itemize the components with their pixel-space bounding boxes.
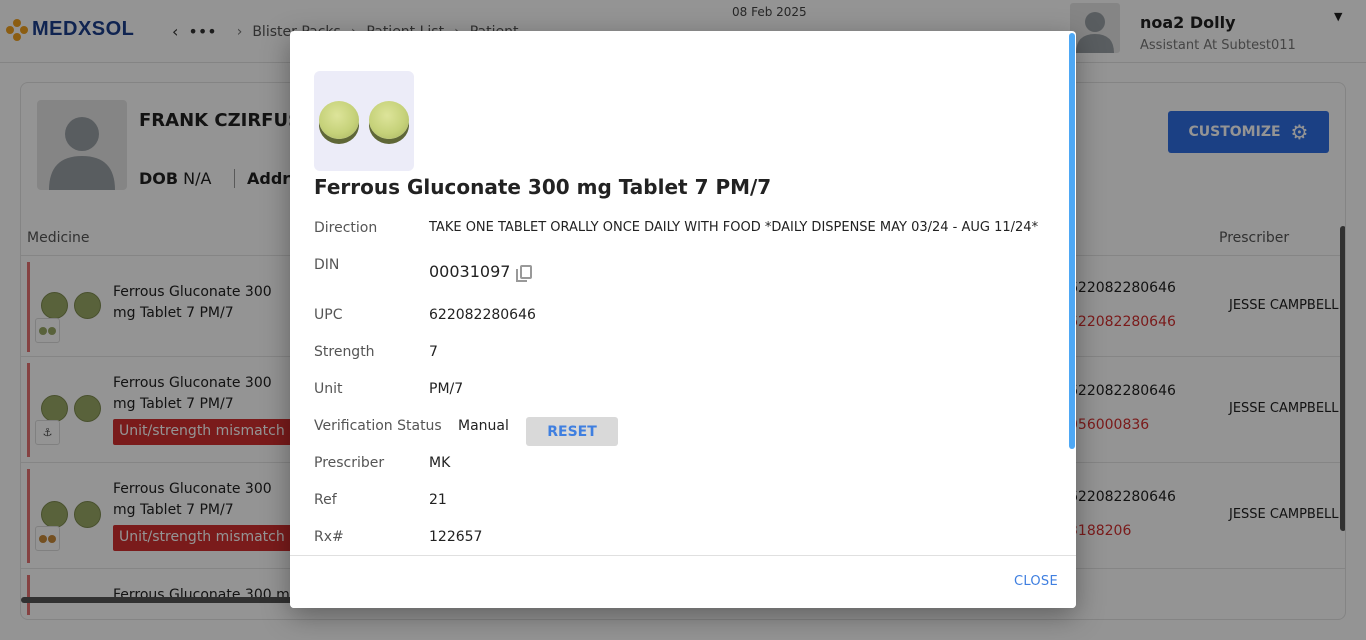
din-label: DIN: [314, 257, 340, 273]
medication-image: [314, 71, 414, 171]
direction-label: Direction: [314, 220, 378, 236]
prescriber-value: MK: [429, 455, 451, 471]
strength-value: 7: [429, 344, 438, 360]
tablet-icon: [319, 101, 359, 139]
ref-value: 21: [429, 492, 447, 508]
dialog-scrollbar[interactable]: [1069, 33, 1075, 449]
medication-title: Ferrous Gluconate 300 mg Tablet 7 PM/7: [314, 175, 772, 199]
upc-label: UPC: [314, 307, 343, 323]
rx-number-value: 122657: [429, 529, 483, 545]
unit-label: Unit: [314, 381, 343, 397]
strength-label: Strength: [314, 344, 375, 360]
ref-label: Ref: [314, 492, 337, 508]
reset-button[interactable]: RESET: [526, 417, 618, 446]
direction-value: TAKE ONE TABLET ORALLY ONCE DAILY WITH F…: [429, 220, 1039, 235]
prescriber-label: Prescriber: [314, 455, 385, 471]
close-button[interactable]: CLOSE: [1014, 574, 1058, 589]
rx-number-label: Rx#: [314, 529, 344, 545]
din-row: 00031097: [429, 262, 533, 282]
copy-icon[interactable]: [516, 265, 533, 282]
dialog-footer: CLOSE: [290, 555, 1076, 608]
verification-status-label: Verification Status: [314, 418, 442, 434]
verification-status-value: Manual: [458, 418, 509, 434]
tablet-icon: [369, 101, 409, 139]
upc-value: 622082280646: [429, 307, 536, 323]
unit-value: PM/7: [429, 381, 464, 397]
din-value: 00031097: [429, 262, 511, 281]
medication-details-dialog: Ferrous Gluconate 300 mg Tablet 7 PM/7 D…: [290, 31, 1076, 608]
